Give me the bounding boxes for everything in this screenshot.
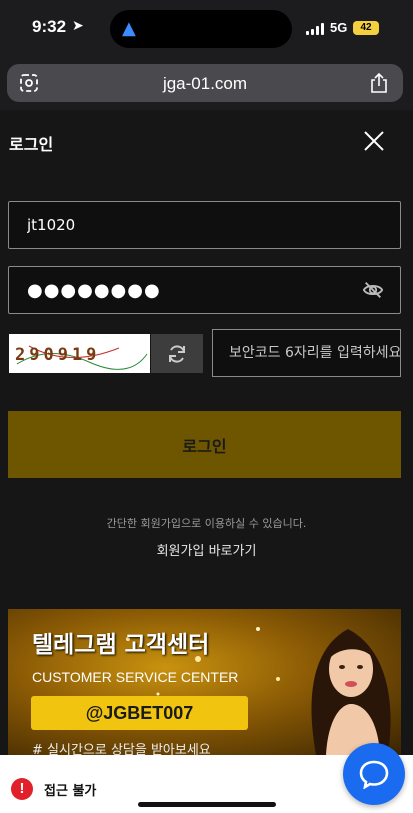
url-text: jga-01.com (162, 74, 248, 93)
login-title: 로그인 (9, 135, 54, 154)
captcha-text: 290919 (15, 345, 100, 365)
eye-slash-icon[interactable] (362, 279, 384, 301)
close-icon[interactable] (362, 129, 386, 153)
status-time: 9:32 (32, 17, 67, 36)
navigation-icon: ▲ (122, 18, 136, 39)
refresh-icon (169, 344, 185, 363)
signup-link[interactable]: 회원가입 바로가기 (0, 540, 413, 559)
banner-subtitle: CUSTOMER SERVICE CENTER (32, 669, 239, 685)
home-indicator (138, 802, 276, 807)
login-button[interactable]: 로그인 (8, 411, 401, 478)
access-denied-text: 접근 불가 (44, 784, 97, 799)
signal-icon (306, 23, 324, 35)
network-type: 5G (330, 20, 348, 35)
banner-caption: # 실시간으로 상담을 받아보세요 (32, 743, 211, 755)
chat-bubble-icon (359, 760, 389, 789)
telegram-support-banner[interactable]: 텔레그램 고객센터 CUSTOMER SERVICE CENTER @JGBET… (8, 609, 401, 755)
banner-title: 텔레그램 고객센터 (32, 632, 210, 658)
alert-icon: ! (11, 778, 33, 800)
signup-note: 간단한 회원가입으로 이용하실 수 있습니다. (106, 517, 307, 530)
location-arrow-icon: ➤ (72, 18, 84, 34)
status-bar: 9:32 ➤ ▲ 5G 42 (0, 0, 413, 58)
address-bar[interactable]: jga-01.com (7, 64, 403, 102)
telegram-handle: @JGBET007 (31, 696, 248, 730)
id-input[interactable] (8, 201, 401, 249)
password-input[interactable] (8, 266, 401, 314)
model-photo (311, 629, 391, 755)
captcha-image: 290919 (9, 334, 150, 373)
battery-icon: 42 (353, 21, 379, 35)
chat-button[interactable] (343, 743, 405, 805)
security-code-input[interactable] (212, 329, 401, 377)
browser-toolbar: jga-01.com (0, 58, 413, 110)
captcha-refresh-button[interactable] (151, 334, 203, 373)
share-icon[interactable] (369, 72, 389, 94)
dynamic-island: ▲ (110, 10, 292, 48)
